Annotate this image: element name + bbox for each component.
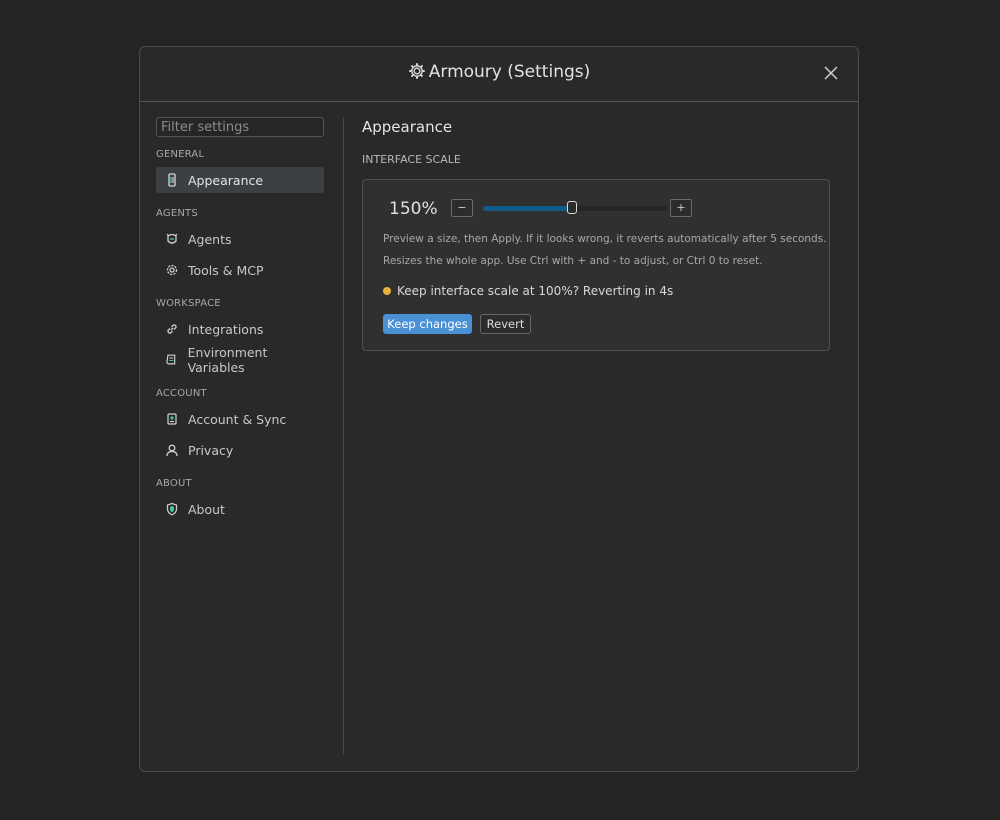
section-agents: AGENTS bbox=[156, 208, 198, 219]
shield-icon bbox=[166, 502, 178, 516]
sidebar-item-label: Integrations bbox=[188, 321, 264, 337]
account-sync-icon bbox=[167, 413, 177, 425]
link-icon bbox=[167, 324, 177, 334]
status-dot bbox=[383, 287, 391, 295]
sidebar-item-account-sync[interactable]: Account & Sync bbox=[156, 406, 324, 432]
dialog-header: Armoury (Settings) bbox=[140, 47, 858, 102]
filter-settings-input[interactable] bbox=[156, 117, 324, 137]
agent-helmet-icon bbox=[166, 233, 178, 244]
cog-tools-icon bbox=[166, 264, 178, 276]
sidebar-item-environment-variables[interactable]: Environment Variables bbox=[156, 345, 324, 375]
sidebar-item-label: Account & Sync bbox=[188, 411, 287, 427]
sidebar-item-label: Tools & MCP bbox=[188, 262, 264, 278]
sidebar-item-tools-mcp[interactable]: Tools & MCP bbox=[156, 257, 324, 283]
sidebar-item-about[interactable]: About bbox=[156, 496, 324, 522]
sidebar-item-privacy[interactable]: Privacy bbox=[156, 437, 324, 463]
sidebar-item-integrations[interactable]: Integrations bbox=[156, 316, 324, 342]
scale-slider-fill bbox=[483, 206, 572, 211]
scale-hint-shortcuts: Resizes the whole app. Use Ctrl with + a… bbox=[383, 255, 763, 267]
revert-status-text: Keep interface scale at 100%? Reverting … bbox=[397, 284, 674, 298]
scale-slider-thumb[interactable] bbox=[566, 201, 577, 214]
settings-dialog: Armoury (Settings) GENERAL Appearance AG… bbox=[139, 46, 859, 772]
scale-value: 150% bbox=[389, 199, 438, 219]
scale-slider[interactable] bbox=[483, 201, 668, 214]
keep-changes-button[interactable]: Keep changes bbox=[383, 314, 472, 334]
dialog-title-text: Armoury (Settings) bbox=[428, 62, 591, 82]
person-icon bbox=[166, 444, 178, 457]
revert-status: Keep interface scale at 100%? Reverting … bbox=[383, 284, 673, 298]
section-general: GENERAL bbox=[156, 149, 205, 160]
sidebar-item-label: Agents bbox=[188, 231, 232, 247]
section-about: ABOUT bbox=[156, 478, 192, 489]
revert-button[interactable]: Revert bbox=[480, 314, 531, 334]
close-icon[interactable] bbox=[822, 64, 840, 82]
page-title: Appearance bbox=[362, 118, 453, 136]
sidebar-item-label: Appearance bbox=[188, 172, 264, 188]
sidebar-divider bbox=[343, 117, 344, 755]
interface-scale-heading: INTERFACE SCALE bbox=[362, 153, 461, 166]
sidebar-item-label: About bbox=[188, 501, 225, 517]
section-account: ACCOUNT bbox=[156, 388, 207, 399]
sidebar-item-label: Privacy bbox=[188, 442, 234, 458]
sidebar: GENERAL Appearance AGENTS Agents bbox=[156, 117, 324, 755]
dialog-title: Armoury (Settings) bbox=[140, 62, 858, 82]
scroll-icon bbox=[166, 354, 176, 365]
brush-icon bbox=[168, 173, 176, 187]
sidebar-item-label: Environment Variables bbox=[187, 345, 268, 375]
increase-scale-button[interactable]: + bbox=[670, 199, 692, 217]
gear-icon bbox=[408, 62, 425, 80]
section-workspace: WORKSPACE bbox=[156, 298, 221, 309]
decrease-scale-button[interactable]: − bbox=[451, 199, 473, 217]
scale-hint-preview: Preview a size, then Apply. If it looks … bbox=[383, 233, 827, 245]
sidebar-item-appearance[interactable]: Appearance bbox=[156, 167, 324, 193]
sidebar-item-agents[interactable]: Agents bbox=[156, 226, 324, 252]
interface-scale-card: 150% − + Preview a size, then Apply. If … bbox=[362, 179, 830, 351]
